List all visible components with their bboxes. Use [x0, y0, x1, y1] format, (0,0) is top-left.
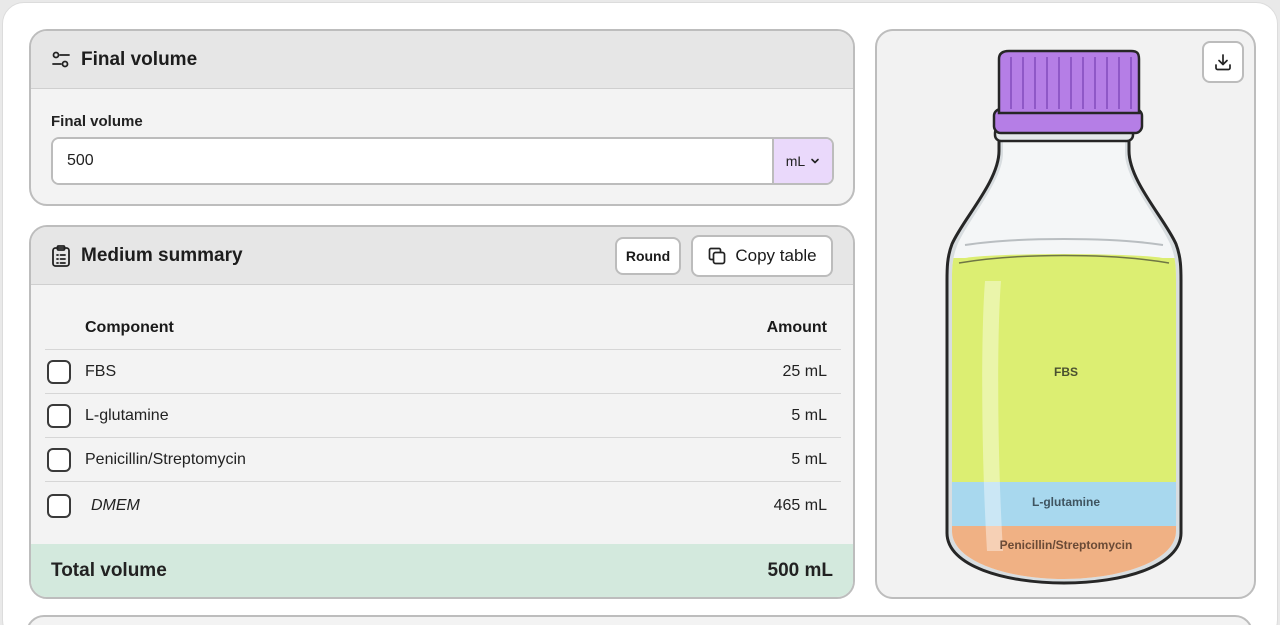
row-component: DMEM	[91, 497, 140, 514]
table-row: Penicillin/Streptomycin 5 mL	[45, 438, 841, 482]
total-volume-label: Total volume	[51, 559, 167, 581]
copy-table-label: Copy table	[735, 245, 817, 265]
column-component: Component	[85, 319, 174, 336]
liquid-layer-pen-strep	[952, 526, 1176, 579]
download-icon	[1213, 52, 1233, 72]
final-volume-input[interactable]	[53, 139, 772, 183]
row-amount: 465 mL	[773, 497, 827, 514]
table-row: DMEM 465 mL	[45, 482, 841, 530]
final-volume-card: Final volume Final volume mL	[29, 29, 855, 206]
copy-table-button[interactable]: Copy table	[691, 234, 833, 277]
row-checkbox-dmem[interactable]	[47, 494, 71, 518]
row-checkbox-fbs[interactable]	[47, 359, 71, 384]
row-amount: 25 mL	[782, 362, 827, 380]
app-window: Final volume Final volume mL	[2, 2, 1278, 625]
bottle-preview-card: FBS L-glutamine Penicillin/Streptomycin	[875, 29, 1256, 599]
row-amount: 5 mL	[791, 450, 827, 468]
final-volume-header: Final volume	[31, 31, 853, 89]
unit-select[interactable]: mL	[772, 139, 832, 183]
table-header: Component Amount	[45, 307, 841, 350]
row-component: L-glutamine	[85, 406, 169, 424]
clipboard-list-icon	[51, 244, 71, 267]
chevron-down-icon	[810, 156, 820, 166]
medium-summary-card: Medium summary Round Copy table Componen…	[29, 225, 855, 599]
row-component: FBS	[85, 362, 117, 380]
download-button[interactable]	[1202, 41, 1244, 83]
copy-icon	[707, 246, 727, 266]
total-volume-row: Total volume 500 mL	[31, 544, 853, 597]
row-component: Penicillin/Streptomycin	[85, 450, 246, 468]
row-checkbox-l-glutamine[interactable]	[47, 403, 71, 428]
final-volume-field: mL	[51, 137, 834, 185]
row-checkbox-pen-strep[interactable]	[47, 447, 71, 472]
next-card	[26, 615, 1253, 625]
medium-summary-header: Medium summary Round Copy table	[31, 227, 853, 285]
row-amount: 5 mL	[791, 406, 827, 424]
layer-label-pen-strep: Penicillin/Streptomycin	[1000, 538, 1133, 552]
layer-label-fbs: FBS	[1054, 365, 1078, 379]
total-volume-value: 500 mL	[767, 559, 833, 581]
table-row: L-glutamine 5 mL	[45, 394, 841, 438]
bottle-illustration: FBS L-glutamine Penicillin/Streptomycin	[945, 49, 1183, 585]
final-volume-label: Final volume	[51, 113, 143, 130]
medium-summary-title: Medium summary	[81, 244, 243, 266]
unit-select-value: mL	[785, 153, 806, 169]
round-button[interactable]: Round	[615, 236, 681, 275]
sliders-icon	[51, 50, 71, 70]
medium-table: Component Amount FBS 25 mL L-glutamine 5…	[45, 307, 841, 530]
final-volume-title: Final volume	[81, 48, 198, 70]
column-amount: Amount	[766, 319, 827, 336]
layer-label-l-glutamine: L-glutamine	[1032, 495, 1100, 509]
table-row: FBS 25 mL	[45, 350, 841, 394]
